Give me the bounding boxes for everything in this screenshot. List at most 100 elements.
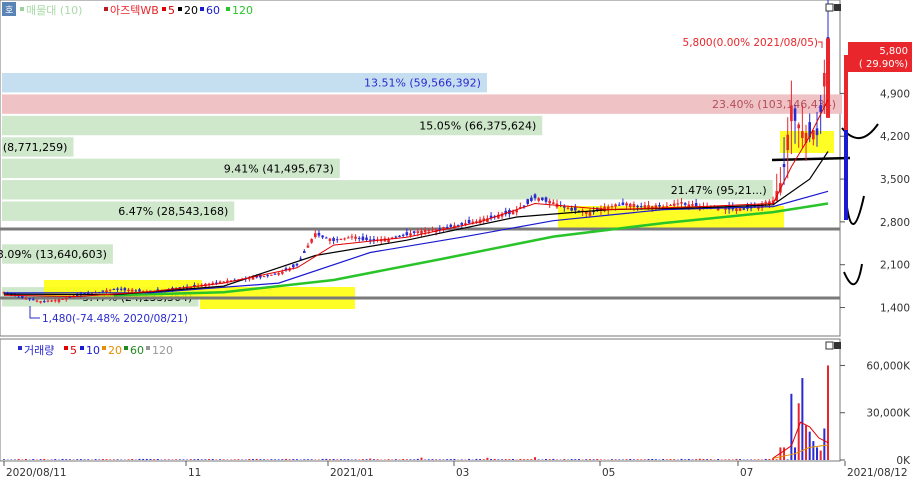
legend-volume-title[interactable]: 거래량 [24,344,54,357]
candle-body [438,228,442,230]
candle-body [588,212,592,216]
legend-stock-name[interactable]: 아즈텍WB [110,4,159,17]
volume-profile-bar [2,180,773,200]
candle-body [61,298,64,300]
candle-body [584,211,588,214]
candle-body [790,105,793,122]
candle-body [306,245,310,248]
candle-body [449,224,453,227]
date-tick-label: 2021/08/12 [847,467,908,479]
minimize-button[interactable] [825,341,834,350]
legend-vol-ma120[interactable]: 120 [152,344,173,357]
legend-swatch [226,7,230,11]
volume-bar [702,459,705,460]
candle-body [541,197,544,201]
volume-bar [325,458,328,460]
legend-vol-ma20[interactable]: 20 [108,344,122,357]
volume-bar [248,458,251,460]
date-tick-label: 2021/01 [330,467,374,479]
candle-body [610,206,614,208]
candle-body [412,231,416,233]
volume-bar [175,459,178,460]
volume-bar [339,459,342,460]
candle-body [566,207,570,209]
volume-bar [281,459,284,460]
volume-bar [43,458,46,460]
volume-bar [3,459,5,460]
candle-body [105,290,108,293]
volume-bar [753,459,756,460]
legend-ma5[interactable]: 5 [168,4,175,17]
close-button[interactable] [834,4,841,11]
candle-body [335,239,339,241]
legend-vol-ma10[interactable]: 10 [86,344,100,357]
candle-body [680,202,683,204]
volume-bar [460,459,463,460]
volume-bar [200,459,203,460]
candle-body [354,236,357,239]
volume-bar [482,459,485,460]
volume-bar [416,458,419,460]
volume-bar [764,458,767,460]
volume-bar [189,459,192,460]
candle-body [368,239,372,241]
volume-bar [233,459,236,460]
legend-swatch [178,7,182,11]
date-tick-label: 11 [188,467,201,479]
close-button[interactable] [834,342,841,349]
volume-bar [197,459,200,460]
low-annotation: 1,480(-74.48% 2020/08/21) [42,313,188,325]
candle-body [313,233,317,237]
candle-body [793,108,797,121]
candle-body [64,297,68,300]
volume-bar [420,457,423,460]
volume-bar [552,458,555,460]
price-panel-controls [825,3,841,12]
candle-body [24,298,28,300]
volume-bar [178,459,181,460]
volume-bar [636,459,639,460]
volume-bar [94,459,97,460]
volume-bar [369,458,372,460]
legend-handle-label: 호 [5,5,13,16]
volume-bar [32,459,35,460]
volume-bar [237,459,240,460]
volume-bar [328,459,331,460]
candle-body [262,276,266,278]
legend-ma120[interactable]: 120 [232,4,253,17]
volume-bar [526,459,529,460]
candle-body [427,230,431,232]
legend-vol-ma60[interactable]: 60 [130,344,144,357]
legend-vol-ma5[interactable]: 5 [70,344,77,357]
price-tick-label: 1,400 [880,303,910,315]
volume-bar [739,459,742,460]
volume-bar [409,459,412,460]
volume-bar [614,459,617,460]
candle-body [277,273,280,275]
legend-volume-profile[interactable]: 매물대 (10) [26,4,82,17]
volume-bar [534,457,537,460]
volume-bar [306,459,309,460]
legend-ma60[interactable]: 60 [206,4,220,17]
volume-bar [453,458,456,460]
volume-bar [574,459,577,460]
legend-ma20[interactable]: 20 [184,4,198,17]
volume-bar [519,458,522,460]
volume-bar [39,459,42,460]
volume-bar [757,459,760,460]
volume-bar [662,459,665,460]
candle-body [826,38,830,118]
volume-bar [790,393,793,460]
candle-body [815,128,819,136]
minimize-button[interactable] [825,3,834,12]
volume-bar [270,459,273,460]
volume-bar [204,459,207,460]
candle-body [801,131,804,139]
current-price-red-bar [844,55,848,130]
volume-bar [819,450,822,460]
volume-bar [68,459,71,460]
volume-bar [361,459,364,460]
volume-bar [87,459,90,460]
high-annotation: 5,800(0.00% 2021/08/05) [683,37,818,49]
current-change-label: ( 29.90%) [859,59,908,70]
